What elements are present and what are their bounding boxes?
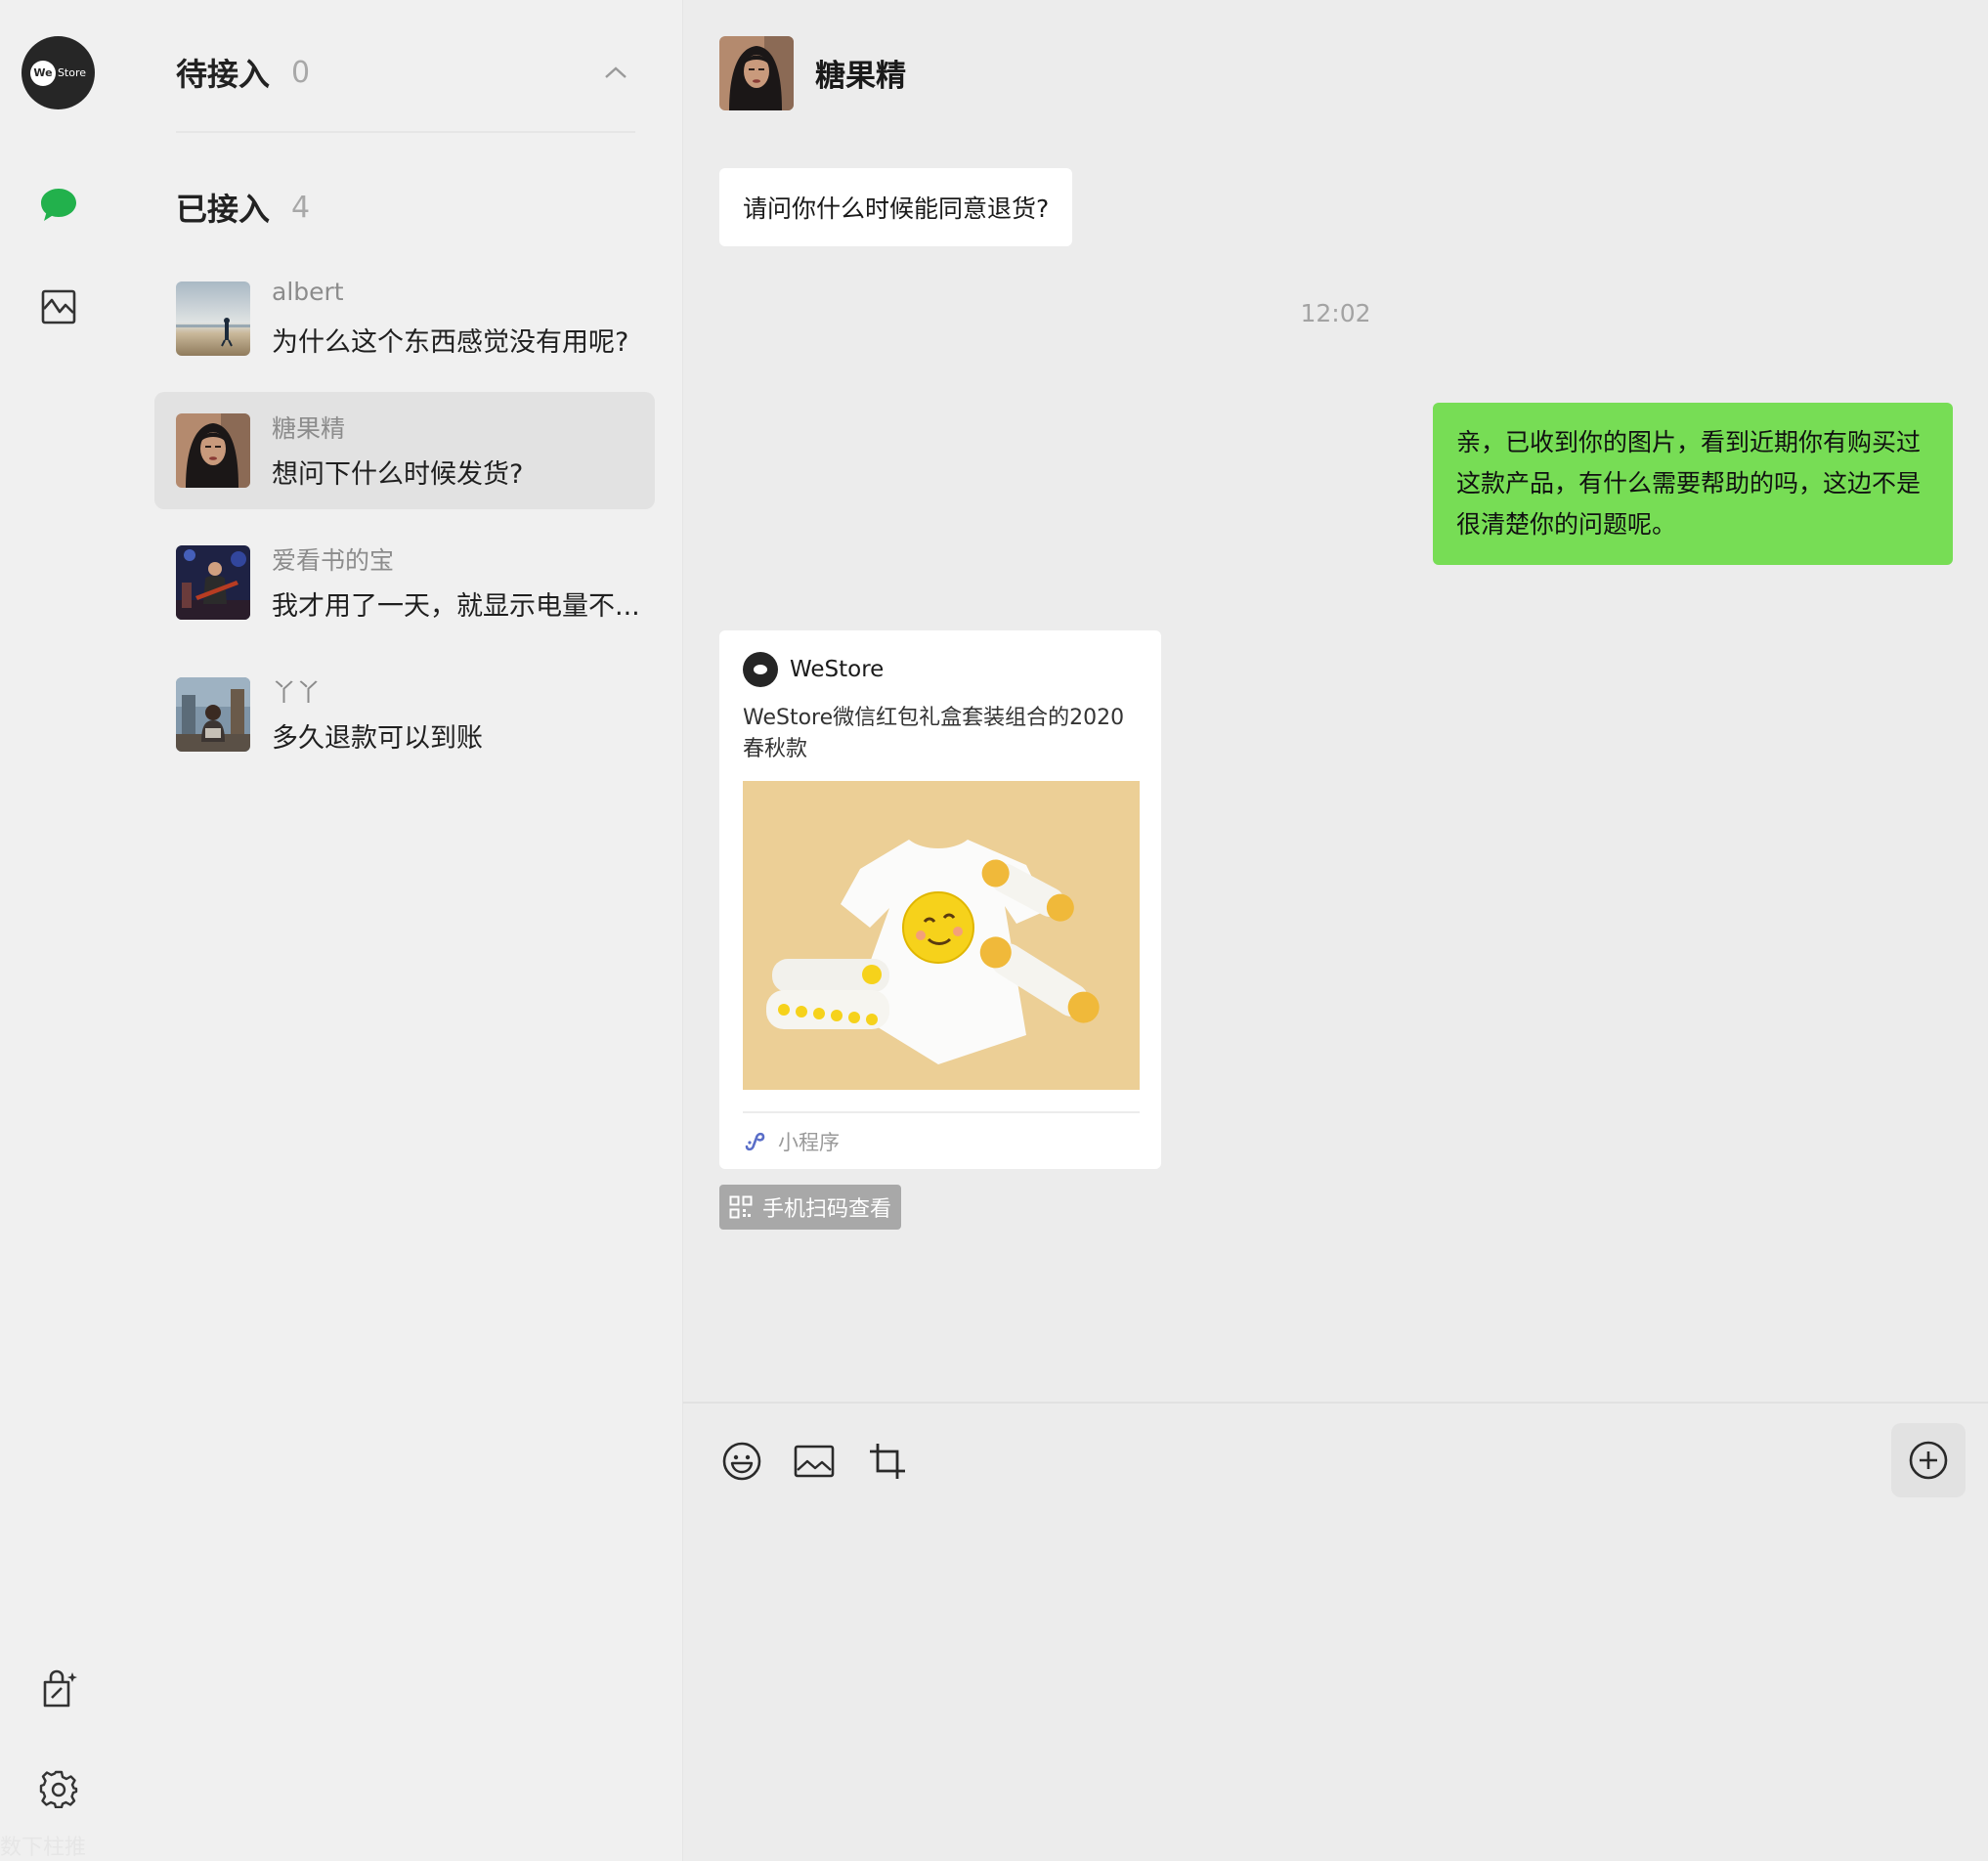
session-item-albert[interactable]: albert 为什么这个东西感觉没有用呢?: [154, 260, 655, 377]
session-name: 丫丫: [272, 678, 322, 707]
pending-group-header[interactable]: 待接入 0: [176, 43, 635, 102]
group-divider: [176, 131, 635, 133]
session-item-tangguojing[interactable]: 糖果精 想问下什么时候发货?: [154, 392, 655, 509]
store-bag-icon[interactable]: [37, 1667, 80, 1710]
logo-we-text: We: [29, 60, 56, 86]
session-preview: 想问下什么时候发货?: [272, 459, 524, 490]
composer-divider: [683, 1402, 1988, 1404]
product-image: [743, 781, 1140, 1090]
session-name: 糖果精: [272, 414, 346, 443]
outgoing-message: 亲，已收到你的图片，看到近期你有购买过这款产品，有什么需要帮助的吗，这边不是很清…: [1433, 403, 1953, 565]
card-footer-label: 小程序: [778, 1131, 840, 1154]
nav-rail: We Store 数下柱推: [0, 0, 117, 1861]
pending-group-title: 待接入: [176, 56, 271, 93]
avatar: [176, 413, 250, 488]
avatar: [176, 545, 250, 620]
card-footer: 小程序: [743, 1127, 840, 1156]
card-brand-name: WeStore: [790, 657, 885, 682]
emoji-icon[interactable]: [719, 1439, 764, 1484]
session-preview: 多久退款可以到账: [272, 723, 483, 754]
card-divider: [743, 1111, 1140, 1113]
scan-qr-label: 手机扫码查看: [762, 1197, 892, 1222]
analytics-icon[interactable]: [37, 285, 80, 328]
accepted-group-count: 4: [291, 190, 311, 225]
chat-panel: 糖果精 请问你什么时候能同意退货? 12:02 亲，已收到你的图片，看到近期你有…: [683, 0, 1988, 1861]
session-preview: 我才用了一天，就显示电量不...: [272, 591, 640, 622]
mini-program-icon: [743, 1129, 768, 1154]
scan-qr-button[interactable]: 手机扫码查看: [719, 1185, 902, 1230]
session-item-aikanshudebao[interactable]: 爱看书的宝 我才用了一天，就显示电量不...: [154, 524, 655, 641]
contact-name: 糖果精: [815, 59, 906, 94]
incoming-message: 请问你什么时候能同意退货?: [719, 168, 1073, 246]
chevron-up-icon[interactable]: [602, 59, 629, 86]
app-window: We Store 数下柱推 待接入 0 已接入 4 albert 为什么这个东西…: [0, 0, 1988, 1861]
message-input[interactable]: [719, 1525, 1949, 1822]
add-more-button[interactable]: [1891, 1423, 1966, 1497]
chat-bubble-icon[interactable]: [37, 184, 80, 227]
session-list-panel: 待接入 0 已接入 4 albert 为什么这个东西感觉没有用呢? 糖果精 想问…: [117, 0, 683, 1861]
pending-group-count: 0: [291, 55, 311, 90]
crop-screenshot-icon[interactable]: [865, 1439, 910, 1484]
card-title: WeStore微信红包礼盒套装组合的2020春秋款: [743, 706, 1125, 761]
watermark-text: 数下柱推: [0, 1836, 87, 1860]
card-brand: WeStore: [743, 652, 884, 687]
avatar: [176, 677, 250, 752]
westore-logo-icon: [743, 652, 778, 687]
avatar: [176, 281, 250, 356]
session-name: albert: [272, 278, 344, 306]
plus-circle-icon: [1908, 1440, 1949, 1481]
image-icon[interactable]: [792, 1439, 837, 1484]
settings-gear-icon[interactable]: [37, 1767, 80, 1810]
qr-code-icon: [729, 1195, 753, 1219]
logo-store-text: Store: [57, 66, 87, 79]
message-timestamp: 12:02: [1300, 299, 1371, 327]
accepted-group-header[interactable]: 已接入 4: [176, 178, 635, 237]
mini-program-card[interactable]: WeStore WeStore微信红包礼盒套装组合的2020春秋款 小程序: [719, 630, 1161, 1169]
session-name: 爱看书的宝: [272, 546, 395, 575]
session-item-yaya[interactable]: 丫丫 多久退款可以到账: [154, 656, 655, 773]
westore-logo: We Store: [22, 36, 95, 109]
contact-avatar[interactable]: [719, 36, 794, 110]
session-preview: 为什么这个东西感觉没有用呢?: [272, 327, 629, 358]
accepted-group-title: 已接入: [176, 191, 271, 228]
